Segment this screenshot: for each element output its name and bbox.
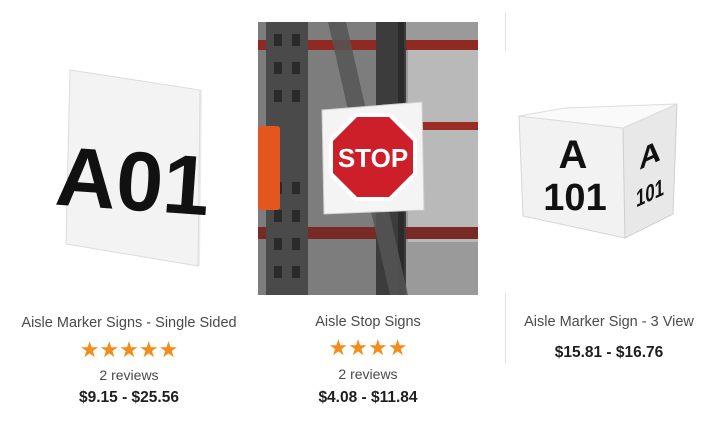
price-range: $15.81 - $16.76 (554, 344, 664, 361)
svg-text:101: 101 (543, 177, 606, 219)
product-image-aisle-marker-single[interactable]: A01 (0, 30, 258, 294)
price-range: $9.15 - $25.56 (79, 389, 179, 406)
star-rating: ★★★★★ (79, 337, 179, 362)
product-image-aisle-stop[interactable]: STOP (258, 22, 478, 295)
review-count-link[interactable]: 2 reviews (0, 367, 258, 383)
product-image-aisle-marker-3view[interactable]: A 101 A 101 (505, 50, 713, 294)
svg-text:STOP: STOP (338, 143, 408, 173)
svg-text:A01: A01 (53, 129, 213, 234)
star-rating: ★★★★ (328, 335, 408, 360)
price-range: $4.08 - $11.84 (318, 389, 418, 406)
review-count-link[interactable]: 2 reviews (258, 366, 478, 382)
product-title[interactable]: Aisle Stop Signs (258, 314, 478, 330)
svg-text:A: A (559, 133, 588, 177)
product-title[interactable]: Aisle Marker Sign - 3 View (505, 314, 713, 330)
product-title[interactable]: Aisle Marker Signs - Single Sided (0, 315, 258, 331)
